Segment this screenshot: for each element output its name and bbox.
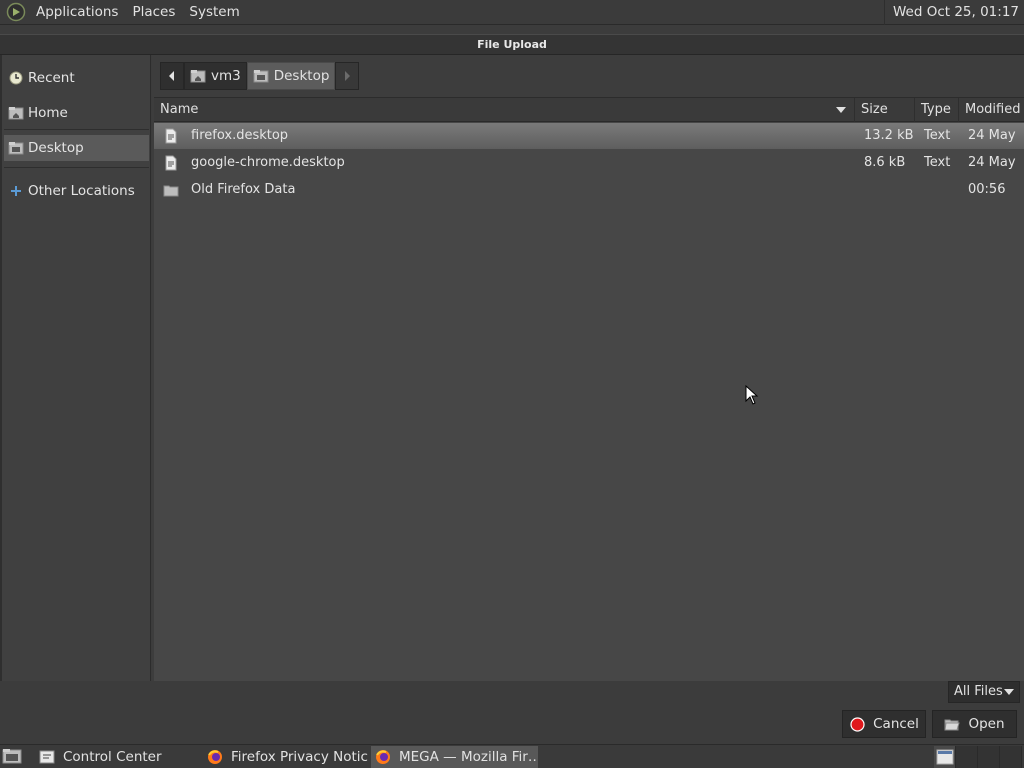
plus-icon — [8, 183, 24, 199]
dialog-title: File Upload — [477, 38, 547, 51]
firefox-icon — [375, 749, 391, 765]
home-folder-icon — [190, 68, 206, 84]
file-row[interactable]: Old Firefox Data 00:56 — [154, 177, 1024, 203]
open-folder-icon — [944, 716, 961, 732]
taskbar-item-firefox-privacy[interactable]: Firefox Privacy Notic… — [203, 746, 369, 768]
taskbar-item-label: MEGA — Mozilla Fir… — [399, 749, 538, 765]
file-name: google-chrome.desktop — [191, 155, 345, 170]
file-list[interactable]: Name Size Type Modified firefox.desktop … — [154, 97, 1024, 681]
path-crumb-label: vm3 — [211, 68, 241, 84]
column-type-label: Type — [921, 102, 951, 117]
column-size-label: Size — [861, 102, 888, 117]
mouse-cursor-icon — [745, 385, 759, 405]
taskbar: Control Center Firefox Privacy Notic… ME… — [0, 744, 1024, 768]
path-crumb-label: Desktop — [273, 68, 330, 84]
column-header-modified[interactable]: Modified — [959, 98, 1024, 122]
show-desktop-icon[interactable] — [2, 747, 22, 767]
file-name: firefox.desktop — [191, 128, 289, 143]
file-size: 13.2 kB — [864, 128, 914, 143]
column-header: Name Size Type Modified — [154, 98, 1024, 122]
taskbar-item-control-center[interactable]: Control Center — [35, 746, 200, 768]
path-bar: vm3 Desktop — [160, 61, 360, 91]
sort-descending-icon — [836, 107, 846, 113]
sidebar-item-label: Desktop — [28, 140, 84, 156]
control-center-icon — [39, 749, 55, 765]
desktop-folder-icon — [8, 140, 24, 156]
file-modified: 24 May — [968, 155, 1016, 170]
panel-menu: Applications Places System — [29, 0, 247, 25]
column-header-size[interactable]: Size — [855, 98, 915, 122]
taskbar-item-label: Control Center — [63, 749, 162, 765]
sidebar-item-desktop[interactable]: Desktop — [4, 135, 149, 161]
applications-menu[interactable]: Applications — [29, 0, 125, 25]
sidebar-item-other-locations[interactable]: Other Locations — [4, 178, 149, 204]
path-forward-button[interactable] — [335, 62, 360, 90]
workspace-3[interactable] — [978, 746, 1000, 768]
open-button[interactable]: Open — [932, 710, 1017, 738]
file-row[interactable]: google-chrome.desktop 8.6 kB Text 24 May — [154, 150, 1024, 176]
file-row[interactable]: firefox.desktop 13.2 kB Text 24 May — [154, 123, 1024, 149]
file-name: Old Firefox Data — [191, 182, 296, 197]
cancel-icon — [849, 716, 865, 732]
sidebar-item-recent[interactable]: Recent — [4, 65, 149, 91]
system-menu[interactable]: System — [182, 0, 246, 25]
folder-icon — [163, 182, 179, 198]
chevron-down-icon — [1004, 689, 1014, 695]
column-header-name[interactable]: Name — [154, 98, 855, 122]
workspace-4[interactable] — [1000, 746, 1022, 768]
taskbar-item-mega-firefox[interactable]: MEGA — Mozilla Fir… — [371, 746, 538, 768]
file-modified: 24 May — [968, 128, 1016, 143]
text-file-icon — [163, 155, 179, 171]
path-crumb-desktop[interactable]: Desktop — [246, 62, 336, 90]
mate-logo-icon[interactable] — [5, 1, 27, 23]
taskbar-item-label: Firefox Privacy Notic… — [231, 749, 369, 765]
places-menu[interactable]: Places — [125, 0, 182, 25]
column-name-label: Name — [160, 102, 199, 117]
cancel-button[interactable]: Cancel — [842, 710, 926, 738]
workspace-switcher[interactable] — [934, 746, 1022, 768]
sidebar-item-label: Recent — [28, 70, 75, 86]
sidebar-divider — [4, 167, 149, 168]
sidebar-item-label: Other Locations — [28, 183, 135, 199]
desktop-folder-icon — [253, 68, 269, 84]
top-panel: Applications Places System Wed Oct 25, 0… — [0, 0, 1024, 25]
dialog-titlebar[interactable]: File Upload — [0, 34, 1024, 55]
file-browser: vm3 Desktop Name Size Type Modified fire… — [152, 55, 1024, 681]
sidebar-item-home[interactable]: Home — [4, 100, 149, 126]
file-type: Text — [924, 155, 951, 170]
file-modified: 00:56 — [968, 182, 1006, 197]
text-file-icon — [163, 128, 179, 144]
clock[interactable]: Wed Oct 25, 01:17 — [883, 0, 1019, 25]
file-type-filter[interactable]: All Files — [948, 681, 1020, 703]
chevron-left-icon — [169, 71, 174, 81]
column-header-type[interactable]: Type — [915, 98, 959, 122]
open-label: Open — [968, 716, 1005, 732]
sidebar-divider — [4, 129, 149, 130]
workspace-2[interactable] — [956, 746, 978, 768]
path-crumb-vm3[interactable]: vm3 — [184, 62, 247, 90]
firefox-icon — [207, 749, 223, 765]
path-back-button[interactable] — [160, 62, 184, 90]
file-type: Text — [924, 128, 951, 143]
sidebar-item-label: Home — [28, 105, 68, 121]
places-sidebar: Recent Home Desktop Other Locations — [0, 55, 151, 681]
home-folder-icon — [8, 105, 24, 121]
chevron-right-icon — [345, 71, 351, 81]
clock-icon — [8, 70, 24, 86]
filter-label: All Files — [954, 684, 1003, 699]
workspace-1[interactable] — [934, 746, 956, 768]
cancel-label: Cancel — [873, 716, 919, 732]
column-modified-label: Modified — [965, 102, 1021, 117]
file-size: 8.6 kB — [864, 155, 906, 170]
